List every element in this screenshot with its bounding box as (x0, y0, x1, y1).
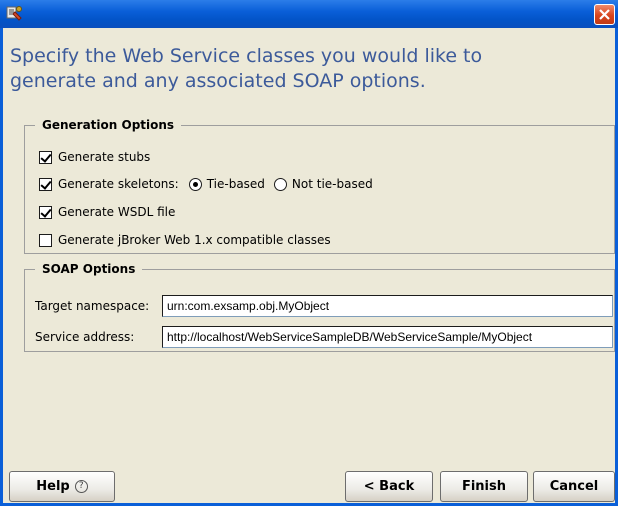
heading-line-2: generate and any associated SOAP options… (10, 70, 426, 92)
stubs-option[interactable]: Generate stubs (39, 150, 150, 164)
finish-button[interactable]: Finish (440, 471, 528, 502)
target-namespace-label: Target namespace: (35, 299, 150, 313)
wsdl-label: Generate WSDL file (58, 205, 176, 219)
help-icon: ? (74, 480, 88, 493)
heading-line-1: Specify the Web Service classes you woul… (10, 45, 483, 67)
target-namespace-row: Target namespace: (35, 299, 149, 313)
close-icon (599, 9, 610, 20)
wizard-app-icon (6, 5, 24, 23)
tie-based-radio[interactable] (188, 177, 202, 191)
skeletons-label: Generate skeletons: (58, 177, 179, 191)
title-bar (0, 0, 618, 28)
cancel-button[interactable]: Cancel (533, 471, 615, 502)
jbroker-label: Generate jBroker Web 1.x compatible clas… (58, 233, 331, 247)
skeletons-checkbox[interactable] (39, 177, 52, 191)
soap-options-legend: SOAP Options (42, 262, 136, 276)
help-button-label: Help (36, 479, 70, 494)
skeletons-option[interactable]: Generate skeletons: Tie-based Not tie-ba… (39, 177, 373, 191)
close-button[interactable] (594, 4, 615, 25)
generation-options-legend: Generation Options (42, 118, 175, 132)
service-address-row: Service address: (35, 330, 134, 344)
service-address-input[interactable]: http://localhost/WebServiceSampleDB/WebS… (162, 326, 613, 348)
jbroker-checkbox[interactable] (39, 233, 52, 247)
wsdl-option[interactable]: Generate WSDL file (39, 205, 175, 219)
jbroker-option[interactable]: Generate jBroker Web 1.x compatible clas… (39, 233, 331, 247)
wsdl-checkbox[interactable] (39, 205, 52, 219)
tie-based-label: Tie-based (206, 177, 265, 191)
dialog-body: Specify the Web Service classes you woul… (0, 28, 618, 506)
service-address-label: Service address: (35, 330, 135, 344)
not-tie-based-radio[interactable] (273, 177, 287, 191)
stubs-label: Generate stubs (58, 150, 151, 164)
target-namespace-input[interactable]: urn:com.exsamp.obj.MyObject (162, 295, 613, 317)
help-button[interactable]: Help ? (9, 471, 115, 502)
back-button[interactable]: < Back (345, 471, 433, 502)
not-tie-based-label: Not tie-based (291, 177, 373, 191)
stubs-checkbox[interactable] (39, 150, 52, 164)
page-heading: Specify the Web Service classes you woul… (10, 44, 570, 94)
